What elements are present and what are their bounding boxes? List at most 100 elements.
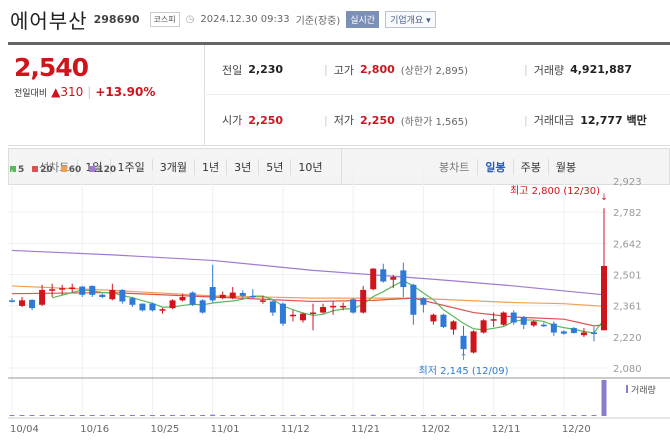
candlestick-chart: 2,923 2,782 2,642 2,501 2,361 2,220 2,080 10/04… (8, 170, 670, 435)
volume-bar (461, 415, 467, 416)
candle-body (39, 289, 46, 305)
change-percent: +13.90% (95, 85, 156, 99)
volume-bar (491, 415, 497, 416)
candle-body (330, 305, 337, 308)
volume-bar (119, 415, 125, 416)
candle-body (460, 335, 467, 350)
volume-bar (190, 415, 196, 416)
volume-bar (180, 415, 186, 416)
volume-bar (471, 415, 477, 416)
candle-body (269, 301, 276, 313)
lower-limit: (하한가 1,565) (400, 116, 468, 128)
realtime-button[interactable]: 실시간 (346, 10, 380, 28)
volume-bar (380, 415, 386, 416)
volume-bar (591, 415, 597, 416)
candle-body (450, 321, 457, 330)
stock-header: 에어부산 298690 코스피 ◷ 2024.12.30 09:33 기준(장중… (10, 6, 436, 33)
x-tick-label: 10/04 (10, 424, 39, 435)
volume-bar (561, 415, 567, 416)
volume-bar (511, 415, 517, 416)
candle-body (99, 294, 106, 298)
separator: | (87, 85, 92, 99)
x-tick-label: 11/01 (211, 424, 240, 435)
y-tick-label: 2,220 (613, 333, 642, 344)
candle-body (540, 324, 547, 327)
stock-name: 에어부산 (10, 8, 88, 33)
candle-body (420, 298, 427, 305)
candle-body (470, 331, 477, 353)
candle-body (129, 298, 136, 305)
high-value: 2,800 (359, 63, 395, 76)
candle-body (229, 292, 236, 299)
y-tick-label: 2,642 (613, 239, 642, 250)
candle-body (59, 288, 66, 290)
candle-body (109, 289, 116, 300)
change-label: 전일대비 (14, 88, 48, 99)
candle-body (209, 287, 216, 301)
volume-bar (200, 415, 206, 416)
candle-body (219, 294, 226, 299)
candle-body (370, 268, 377, 290)
candle-body (119, 289, 126, 302)
candle-body (189, 292, 196, 305)
volume-bar (360, 415, 366, 416)
prev-value: 2,230 (248, 63, 284, 76)
volume-bar (440, 415, 446, 416)
volume-bar (170, 415, 176, 416)
volume-bar (330, 415, 336, 416)
candle-body (440, 314, 447, 327)
volume-bar (531, 415, 537, 416)
clock-icon: ◷ (185, 13, 195, 25)
volume-bar (370, 414, 376, 416)
candle-body (79, 286, 86, 295)
timestamp-basis: 기준(장중) (295, 15, 341, 27)
change-value: 310 (60, 85, 84, 99)
volume-bar (49, 415, 55, 416)
volume-bar (400, 415, 406, 416)
corp-info-dropdown[interactable]: 기업개요 ▾ (385, 10, 436, 28)
candle-body (340, 305, 347, 308)
x-tick-label: 11/12 (281, 424, 310, 435)
y-tick-label: 2,923 (613, 177, 642, 188)
market-badge: 코스피 (149, 11, 180, 27)
candle-body (490, 319, 497, 321)
ma120-line (11, 249, 605, 296)
volume-bar (59, 415, 65, 416)
min-annotation: 최저 2,145 (12/09) (419, 365, 509, 377)
arrow-up-icon: ↑ (460, 353, 468, 363)
volume-bar (19, 415, 25, 416)
candle-body (159, 309, 166, 311)
candle-body (259, 300, 266, 302)
candle-body (169, 300, 176, 309)
prev-label: 전일 (222, 63, 243, 77)
volume-bar (69, 415, 75, 416)
candle-body (289, 314, 296, 317)
ma5-line (51, 280, 605, 334)
candle-body (380, 269, 387, 282)
x-tick-label: 12/20 (562, 424, 591, 435)
candle-body (149, 303, 156, 311)
volume-bar (160, 415, 166, 416)
volume-legend-label: 거래량 (631, 384, 656, 396)
volume-bar (89, 415, 95, 416)
volume-bar (310, 415, 316, 416)
amount-value: 12,777 백만 (580, 114, 647, 127)
volume-bar (129, 415, 135, 416)
candle-body (390, 277, 397, 280)
stock-code: 298690 (93, 12, 140, 26)
volume-bar (99, 415, 105, 416)
y-tick-label: 2,501 (613, 271, 642, 282)
candle-body (239, 293, 246, 296)
volume-bar (230, 415, 236, 416)
x-tick-label: 11/21 (351, 424, 380, 435)
volume-bar (9, 415, 15, 416)
upper-limit: (상한가 2,895) (400, 66, 468, 77)
candle-body (590, 332, 597, 335)
x-tick-label: 12/02 (421, 424, 450, 435)
candle-body (550, 323, 557, 333)
candle-body (410, 284, 417, 315)
low-label: 저가 (333, 114, 354, 127)
candle-body (580, 332, 587, 336)
y-tick-label: 2,782 (613, 208, 642, 219)
amount-label: 거래대금 (533, 114, 575, 127)
